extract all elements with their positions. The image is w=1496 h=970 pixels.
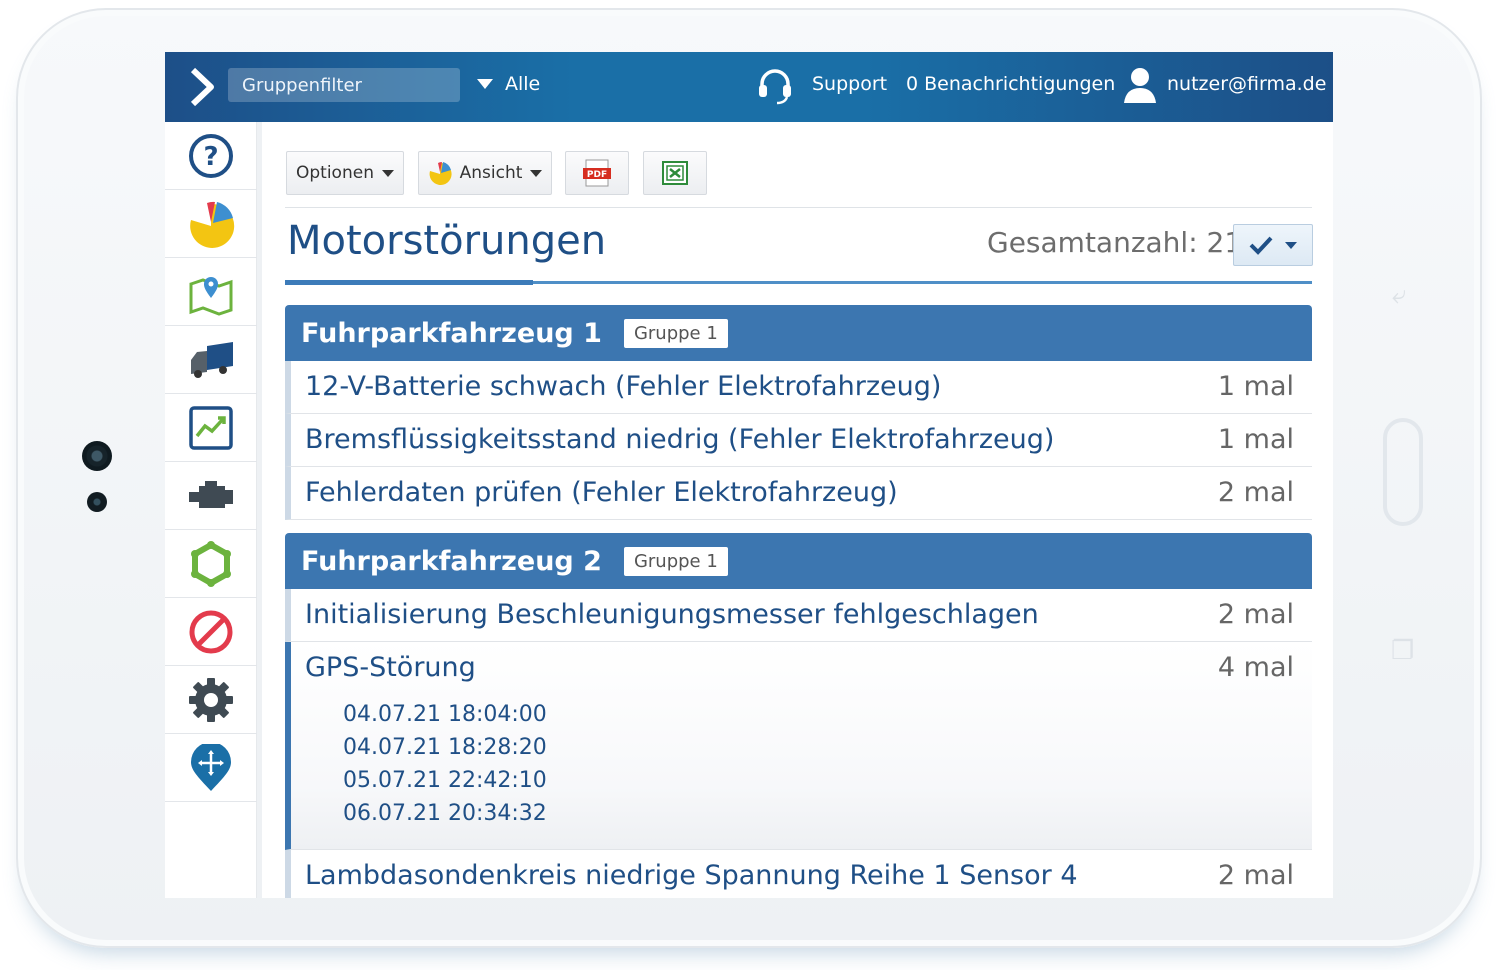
fault-label: Bremsflüssigkeitsstand niedrig (Fehler E… bbox=[305, 424, 1055, 455]
fault-label: 12-V-Batterie schwach (Fehler Elektrofah… bbox=[305, 371, 942, 402]
camera-icon bbox=[82, 441, 112, 471]
title-underline-accent bbox=[285, 280, 533, 285]
select-all-button[interactable] bbox=[1233, 224, 1313, 266]
sensor-icon bbox=[87, 492, 107, 512]
fault-count: 1 mal bbox=[1217, 424, 1294, 455]
caret-down-icon bbox=[1285, 241, 1297, 249]
caret-down-icon bbox=[530, 169, 543, 177]
top-bar: Alle Support 0 Benachrichtigungen nutzer… bbox=[165, 52, 1333, 122]
pie-chart-icon bbox=[429, 162, 452, 185]
list-item[interactable]: Bremsflüssigkeitsstand niedrig (Fehler E… bbox=[285, 414, 1312, 467]
fault-count: 2 mal bbox=[1217, 477, 1294, 508]
help-icon: ? bbox=[189, 133, 233, 178]
pdf-icon: PDF bbox=[583, 159, 611, 187]
view-button[interactable]: Ansicht bbox=[418, 151, 552, 195]
fault-label: Initialisierung Beschleunigungsmesser fe… bbox=[305, 599, 1039, 630]
sidebar-item-help[interactable]: ? bbox=[165, 122, 257, 190]
fault-count: 2 mal bbox=[1217, 860, 1294, 891]
engine-icon bbox=[189, 480, 233, 508]
list-item[interactable]: 12-V-Batterie schwach (Fehler Elektrofah… bbox=[285, 361, 1312, 414]
user-icon[interactable] bbox=[1123, 67, 1157, 103]
toolbar-divider bbox=[285, 207, 1312, 208]
caret-down-icon bbox=[477, 79, 493, 89]
checkmark-icon bbox=[1249, 236, 1273, 255]
sidebar-item-service[interactable] bbox=[165, 530, 257, 598]
app-screen: Alle Support 0 Benachrichtigungen nutzer… bbox=[165, 52, 1333, 898]
fault-count: 2 mal bbox=[1217, 599, 1294, 630]
group-select[interactable]: Alle bbox=[477, 73, 540, 95]
sidebar: ? bbox=[165, 122, 262, 898]
group-badge: Gruppe 1 bbox=[623, 546, 728, 576]
group-title: Fuhrparkfahrzeug 2 bbox=[301, 545, 602, 577]
sidebar-item-engine[interactable] bbox=[165, 462, 257, 530]
options-button-label: Optionen bbox=[296, 163, 374, 183]
sidebar-item-restrictions[interactable] bbox=[165, 598, 257, 666]
group-select-label: Alle bbox=[505, 73, 541, 95]
excel-icon bbox=[662, 161, 688, 185]
map-icon bbox=[189, 276, 233, 316]
notifications-link[interactable]: 0 Benachrichtigungen bbox=[906, 73, 1115, 95]
truck-icon bbox=[191, 341, 233, 378]
list-item-expanded[interactable]: GPS-Störung 4 mal 04.07.21 18:04:00 04.0… bbox=[285, 642, 1312, 850]
group-header[interactable]: Fuhrparkfahrzeug 1 Gruppe 1 bbox=[285, 305, 1312, 361]
location-pin-icon bbox=[191, 743, 231, 791]
sidebar-item-map[interactable] bbox=[165, 258, 257, 326]
group-filter-input[interactable] bbox=[228, 68, 460, 102]
excel-export-button[interactable] bbox=[643, 151, 707, 195]
sidebar-item-settings[interactable] bbox=[165, 666, 257, 734]
list-item[interactable]: Initialisierung Beschleunigungsmesser fe… bbox=[285, 589, 1312, 642]
sidebar-item-navigation[interactable] bbox=[165, 734, 257, 802]
occurrence-list: 04.07.21 18:04:00 04.07.21 18:28:20 05.0… bbox=[343, 698, 547, 830]
sidebar-item-vehicles[interactable] bbox=[165, 326, 257, 394]
total-count: Gesamtanzahl: 21 bbox=[987, 226, 1243, 259]
options-button[interactable]: Optionen bbox=[286, 151, 404, 195]
caret-down-icon bbox=[381, 169, 394, 177]
fault-count: 1 mal bbox=[1217, 371, 1294, 402]
fault-label: GPS-Störung bbox=[305, 652, 476, 683]
list-item[interactable]: Fehlerdaten prüfen (Fehler Elektrofahrze… bbox=[285, 467, 1312, 520]
support-link[interactable]: Support bbox=[812, 73, 887, 95]
svg-text:PDF: PDF bbox=[587, 170, 607, 180]
trend-chart-icon bbox=[189, 405, 233, 450]
fault-count: 4 mal bbox=[1217, 652, 1294, 683]
chevron-right-icon[interactable] bbox=[187, 66, 217, 108]
pdf-export-button[interactable]: PDF bbox=[565, 151, 629, 195]
settings-icon bbox=[189, 677, 233, 722]
home-button[interactable] bbox=[1383, 418, 1423, 526]
svg-text:?: ? bbox=[203, 142, 218, 172]
group-header[interactable]: Fuhrparkfahrzeug 2 Gruppe 1 bbox=[285, 533, 1312, 589]
occurrence-time: 04.07.21 18:28:20 bbox=[343, 735, 547, 760]
view-button-label: Ansicht bbox=[459, 163, 523, 183]
forbidden-icon bbox=[189, 610, 233, 653]
gear-outline-icon bbox=[191, 540, 231, 587]
sidebar-item-analytics[interactable] bbox=[165, 394, 257, 462]
pie-chart-icon bbox=[190, 201, 235, 248]
list-item[interactable]: Lambdasondenkreis niedrige Spannung Reih… bbox=[285, 850, 1312, 898]
occurrence-time: 06.07.21 20:34:32 bbox=[343, 801, 547, 826]
headset-icon[interactable] bbox=[757, 67, 793, 105]
fault-label: Fehlerdaten prüfen (Fehler Elektrofahrze… bbox=[305, 477, 898, 508]
occurrence-time: 04.07.21 18:04:00 bbox=[343, 702, 547, 727]
copy-icon[interactable]: ❐ bbox=[1391, 636, 1414, 666]
user-account[interactable]: nutzer@firma.de bbox=[1167, 73, 1326, 95]
back-icon[interactable]: ⤶ bbox=[1392, 280, 1407, 311]
fault-label: Lambdasondenkreis niedrige Spannung Reih… bbox=[305, 860, 1078, 891]
group-badge: Gruppe 1 bbox=[623, 318, 728, 348]
group-title: Fuhrparkfahrzeug 1 bbox=[301, 317, 602, 349]
occurrence-time: 05.07.21 22:42:10 bbox=[343, 768, 547, 793]
page-title: Motorstörungen bbox=[287, 218, 607, 264]
sidebar-item-reports[interactable] bbox=[165, 190, 257, 258]
